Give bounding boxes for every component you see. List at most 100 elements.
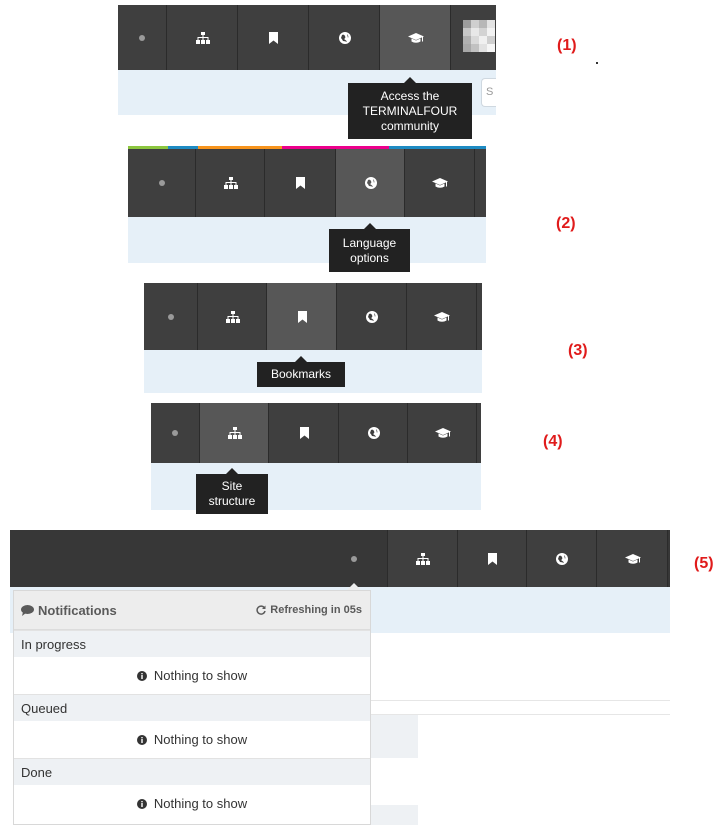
tooltip-community: Access the TERMINALFOUR community <box>348 83 472 139</box>
tooltip-bookmarks: Bookmarks <box>257 362 345 387</box>
info-icon <box>136 734 147 745</box>
bookmark-icon <box>297 310 307 323</box>
community-button[interactable] <box>406 283 477 350</box>
toolbar-5 <box>10 530 670 587</box>
graduation-cap-icon <box>434 311 450 322</box>
toolbar-2 <box>128 149 486 217</box>
toolbar-overflow[interactable] <box>476 403 482 463</box>
graduation-cap-icon <box>407 32 424 43</box>
sitemap-icon <box>225 310 240 323</box>
background-row <box>371 715 418 758</box>
bookmarks-button[interactable] <box>457 530 527 587</box>
search-field-edge[interactable]: S <box>481 78 496 107</box>
bookmarks-button[interactable] <box>266 283 337 350</box>
section-queued: Queued <box>14 694 370 721</box>
avatar[interactable] <box>450 5 497 70</box>
toolbar-4 <box>151 403 481 463</box>
tooltip-language: Language options <box>329 229 410 272</box>
site-structure-button[interactable] <box>199 403 269 463</box>
refresh-status[interactable]: Refreshing in 05s <box>256 604 362 616</box>
status-dot-button[interactable] <box>118 5 166 70</box>
empty-message: Nothing to show <box>153 732 248 747</box>
subbar-2 <box>128 217 486 263</box>
label-3: (3) <box>568 342 588 359</box>
notifications-title: Notifications <box>38 602 117 618</box>
bookmark-icon <box>269 31 278 44</box>
label-1: (1) <box>557 37 577 54</box>
language-button[interactable] <box>336 283 407 350</box>
sitemap-icon <box>223 177 238 189</box>
bookmarks-button[interactable] <box>264 149 336 217</box>
status-dot-icon <box>167 313 174 320</box>
site-structure-button[interactable] <box>197 283 267 350</box>
status-dot-button[interactable] <box>320 530 387 587</box>
globe-icon <box>366 310 378 323</box>
status-dot-icon <box>139 34 145 41</box>
status-dot-button[interactable] <box>151 403 199 463</box>
stray-dot <box>596 62 598 64</box>
notifications-header: Notifications Refreshing in 05s <box>14 591 370 630</box>
list-item: Nothing to show <box>14 785 370 822</box>
section-done: Done <box>14 758 370 785</box>
community-button[interactable] <box>407 403 477 463</box>
bookmark-icon <box>299 427 309 439</box>
tooltip-arrow <box>226 468 238 474</box>
background-row <box>371 805 418 825</box>
globe-icon <box>364 177 377 189</box>
list-item: Nothing to show <box>14 721 370 758</box>
language-button[interactable] <box>338 403 408 463</box>
empty-message: Nothing to show <box>153 668 248 683</box>
toolbar-3 <box>144 283 482 350</box>
graduation-cap-icon <box>434 428 451 438</box>
comment-icon <box>21 604 34 616</box>
site-structure-button[interactable] <box>166 5 238 70</box>
status-dot-button[interactable] <box>144 283 197 350</box>
section-in-progress: In progress <box>14 630 370 657</box>
sitemap-icon <box>416 552 430 565</box>
bookmark-icon <box>296 177 305 189</box>
sitemap-icon <box>227 427 242 439</box>
globe-icon <box>338 31 351 44</box>
graduation-cap-icon <box>432 178 448 188</box>
toolbar-overflow[interactable] <box>667 530 671 587</box>
info-icon <box>136 798 147 809</box>
info-icon <box>136 670 147 681</box>
refresh-text: Refreshing in 05s <box>270 604 362 616</box>
globe-icon <box>367 427 380 439</box>
label-2: (2) <box>556 215 576 232</box>
status-dot-icon <box>350 555 357 562</box>
tooltip-arrow <box>295 356 307 362</box>
site-structure-button[interactable] <box>387 530 458 587</box>
notifications-title-group: Notifications <box>21 603 117 618</box>
community-button[interactable] <box>596 530 668 587</box>
status-dot-icon <box>172 430 178 436</box>
notifications-panel: Notifications Refreshing in 05s In progr… <box>13 590 371 825</box>
page-divider <box>371 700 670 701</box>
graduation-cap-icon <box>624 553 641 564</box>
community-button[interactable] <box>404 149 475 217</box>
site-structure-button[interactable] <box>195 149 265 217</box>
empty-message: Nothing to show <box>153 796 248 811</box>
list-item: Nothing to show <box>14 657 370 694</box>
status-dot-icon <box>158 180 165 186</box>
bookmarks-button[interactable] <box>237 5 309 70</box>
toolbar-overflow[interactable] <box>476 283 483 350</box>
language-button[interactable] <box>526 530 597 587</box>
sitemap-icon <box>195 31 210 44</box>
tooltip-arrow <box>404 77 416 83</box>
refresh-icon <box>256 605 267 615</box>
language-button[interactable] <box>335 149 405 217</box>
status-dot-button[interactable] <box>128 149 195 217</box>
language-button[interactable] <box>308 5 380 70</box>
community-button[interactable] <box>379 5 451 70</box>
bookmarks-button[interactable] <box>268 403 339 463</box>
label-5: (5) <box>694 555 714 572</box>
globe-icon <box>556 552 568 565</box>
tooltip-site-structure: Site structure <box>196 474 268 514</box>
toolbar-1 <box>118 5 496 70</box>
avatar-image <box>463 20 497 54</box>
bookmark-icon <box>488 552 497 565</box>
toolbar-overflow[interactable] <box>474 149 487 217</box>
label-4: (4) <box>543 433 563 450</box>
notifications-arrow <box>347 583 361 590</box>
